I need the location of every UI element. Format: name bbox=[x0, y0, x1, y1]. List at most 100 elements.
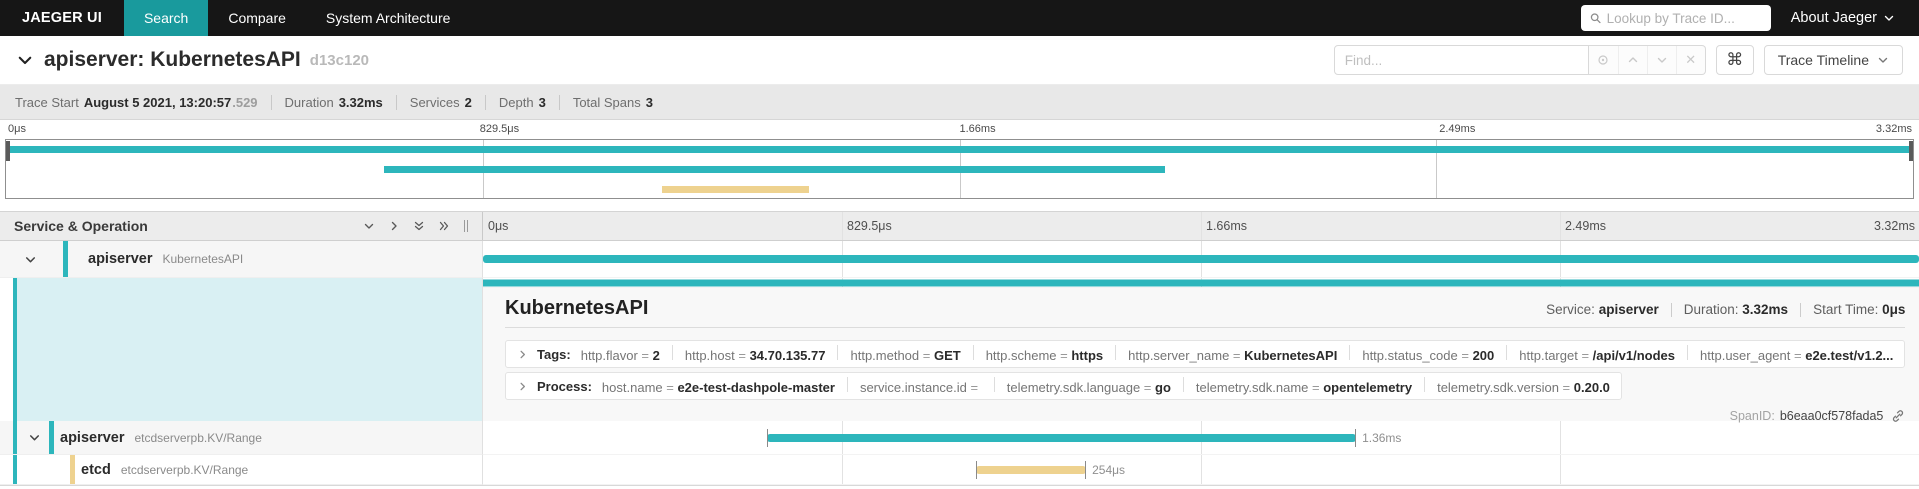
bar-start-tick bbox=[976, 460, 978, 479]
tags-list: http.flavor = 2 http.host = 34.70.135.77 h… bbox=[580, 345, 1893, 363]
kv-pair: telemetry.sdk.name = opentelemetry bbox=[1195, 380, 1413, 395]
process-accordion[interactable]: Process: host.name = e2e-test-dashpole-m… bbox=[505, 372, 1622, 400]
chevron-right-icon bbox=[517, 381, 528, 392]
chevron-down-icon[interactable] bbox=[28, 431, 41, 444]
trace-id-search[interactable] bbox=[1580, 5, 1771, 31]
app-brand[interactable]: JAEGER UI bbox=[0, 0, 124, 36]
summary-services: Services 2 bbox=[409, 94, 472, 110]
span-row-kubernetesapi: apiserver KubernetesAPI bbox=[0, 241, 1919, 278]
span-row-etcd-kv-range: etcd etcdserverpb.KV/Range 254μs bbox=[0, 455, 1919, 485]
prev-match-button[interactable] bbox=[1617, 46, 1647, 74]
selected-span-bar-row bbox=[0, 278, 1919, 288]
minimap-tick-labels: 0μs 829.5μs 1.66ms 2.49ms 3.32ms bbox=[0, 120, 1919, 139]
focus-match-button[interactable] bbox=[1589, 46, 1618, 74]
divider bbox=[671, 345, 673, 360]
span-timeline-cell[interactable]: 1.36ms bbox=[483, 421, 1919, 455]
ruler-tick: 2.49ms bbox=[1565, 219, 1606, 233]
trace-id-short: d13c120 bbox=[309, 51, 369, 69]
nav-right: About Jaeger bbox=[1580, 0, 1919, 36]
ruler-tick: 3.32ms bbox=[1874, 219, 1915, 233]
trace-view-selector[interactable]: Trace Timeline bbox=[1763, 45, 1903, 75]
find-buttons: ✕ bbox=[1588, 45, 1706, 75]
clear-find-button[interactable]: ✕ bbox=[1675, 46, 1705, 74]
divider bbox=[1506, 345, 1508, 360]
tick-label: 2.49ms bbox=[1439, 123, 1476, 135]
search-icon bbox=[1590, 12, 1601, 24]
selected-span-timeline[interactable] bbox=[483, 278, 1919, 288]
minimap-span-bar bbox=[383, 166, 1166, 173]
service-color-accent bbox=[70, 455, 75, 484]
span-duration-label: 1.36ms bbox=[1362, 430, 1402, 445]
gridline bbox=[1201, 455, 1202, 484]
span-bar[interactable]: 1.36ms bbox=[767, 428, 1401, 447]
span-bar[interactable] bbox=[483, 255, 1919, 263]
expand-one-icon[interactable] bbox=[388, 220, 400, 232]
chevron-down-icon bbox=[1877, 54, 1889, 66]
span-timeline-cell[interactable]: 254μs bbox=[483, 455, 1919, 485]
chevron-right-icon bbox=[517, 349, 528, 360]
find-input[interactable] bbox=[1333, 45, 1589, 75]
bar-end-tick bbox=[1085, 460, 1087, 479]
divider bbox=[1115, 345, 1117, 360]
service-name: apiserver bbox=[88, 251, 153, 267]
trace-header-controls: ✕ ⌘ Trace Timeline bbox=[1333, 45, 1903, 75]
divider bbox=[558, 94, 560, 110]
summary-depth: Depth 3 bbox=[498, 94, 546, 110]
bar-end-tick bbox=[1355, 428, 1357, 447]
bar-start-tick bbox=[767, 428, 769, 447]
tags-label: Tags: bbox=[537, 346, 571, 362]
chevron-down-icon bbox=[1656, 54, 1668, 66]
ruler-tick: 0μs bbox=[488, 219, 509, 233]
expand-all-icon[interactable] bbox=[438, 220, 450, 232]
timeline-minimap[interactable] bbox=[5, 139, 1914, 199]
kv-pair: http.flavor = 2 bbox=[580, 348, 660, 363]
service-operation-header: Service & Operation bbox=[0, 212, 483, 240]
column-resizer[interactable] bbox=[464, 220, 468, 232]
viewport-left-handle[interactable] bbox=[6, 141, 10, 161]
keyboard-shortcuts-button[interactable]: ⌘ bbox=[1715, 45, 1754, 75]
span-name-cell[interactable]: apiserver KubernetesAPI bbox=[0, 241, 483, 278]
divider bbox=[837, 345, 839, 360]
span-bar[interactable] bbox=[483, 279, 1919, 286]
span-name-cell[interactable]: apiserver etcdserverpb.KV/Range bbox=[0, 421, 483, 455]
collapse-trace-icon[interactable] bbox=[16, 51, 34, 69]
nav-tab-compare[interactable]: Compare bbox=[208, 0, 306, 36]
trace-id-input[interactable] bbox=[1606, 10, 1762, 26]
about-jaeger-label: About Jaeger bbox=[1790, 10, 1877, 26]
trace-view-selector-label: Trace Timeline bbox=[1777, 52, 1869, 68]
span-detail-panel: KubernetesAPI Service: apiserver Duratio… bbox=[483, 288, 1919, 423]
about-jaeger-menu[interactable]: About Jaeger bbox=[1791, 10, 1895, 26]
span-detail-left bbox=[0, 288, 483, 421]
minimap-span-bar bbox=[662, 186, 809, 193]
next-match-button[interactable] bbox=[1646, 46, 1676, 74]
nav-tab-system-architecture[interactable]: System Architecture bbox=[306, 0, 471, 36]
trace-title: apiserver: KubernetesAPI bbox=[44, 48, 301, 71]
span-timeline-cell[interactable] bbox=[483, 241, 1919, 278]
viewport-right-handle[interactable] bbox=[1909, 141, 1913, 161]
span-bar[interactable]: 254μs bbox=[976, 460, 1125, 479]
minimap-span-bar bbox=[6, 146, 1913, 153]
tags-accordion[interactable]: Tags: http.flavor = 2 http.host = 34.70.1… bbox=[505, 340, 1906, 368]
divider bbox=[1687, 345, 1689, 360]
gridline bbox=[842, 455, 843, 484]
kv-pair: telemetry.sdk.language = go bbox=[1006, 380, 1171, 395]
operation-name: KubernetesAPI bbox=[162, 252, 244, 266]
tick-label: 829.5μs bbox=[479, 123, 520, 135]
span-grid-header: Service & Operation 0μs 829.5μs 1.66ms 2… bbox=[0, 211, 1919, 241]
nav-tab-search[interactable]: Search bbox=[123, 0, 209, 36]
span-rows: apiserver KubernetesAPI KubernetesAPI Se… bbox=[0, 241, 1919, 489]
divider bbox=[484, 94, 486, 110]
trace-header: apiserver: KubernetesAPI d13c120 ✕ ⌘ Tra… bbox=[0, 36, 1919, 85]
selected-row-highlight bbox=[17, 288, 482, 421]
kv-pair: http.status_code = 200 bbox=[1362, 348, 1495, 363]
collapse-all-icon[interactable] bbox=[413, 220, 425, 232]
trace-summary-bar: Trace Start August 5 2021, 13:20:57.529 … bbox=[0, 85, 1919, 120]
collapse-one-icon[interactable] bbox=[363, 220, 375, 232]
chevron-down-icon[interactable] bbox=[24, 253, 37, 266]
span-name-cell[interactable]: etcd etcdserverpb.KV/Range bbox=[0, 455, 483, 485]
gridline bbox=[1560, 455, 1561, 484]
operation-name: etcdserverpb.KV/Range bbox=[134, 430, 262, 445]
indent-guide bbox=[13, 421, 17, 454]
divider bbox=[1349, 345, 1351, 360]
summary-trace-start: Trace Start August 5 2021, 13:20:57.529 bbox=[15, 94, 258, 110]
